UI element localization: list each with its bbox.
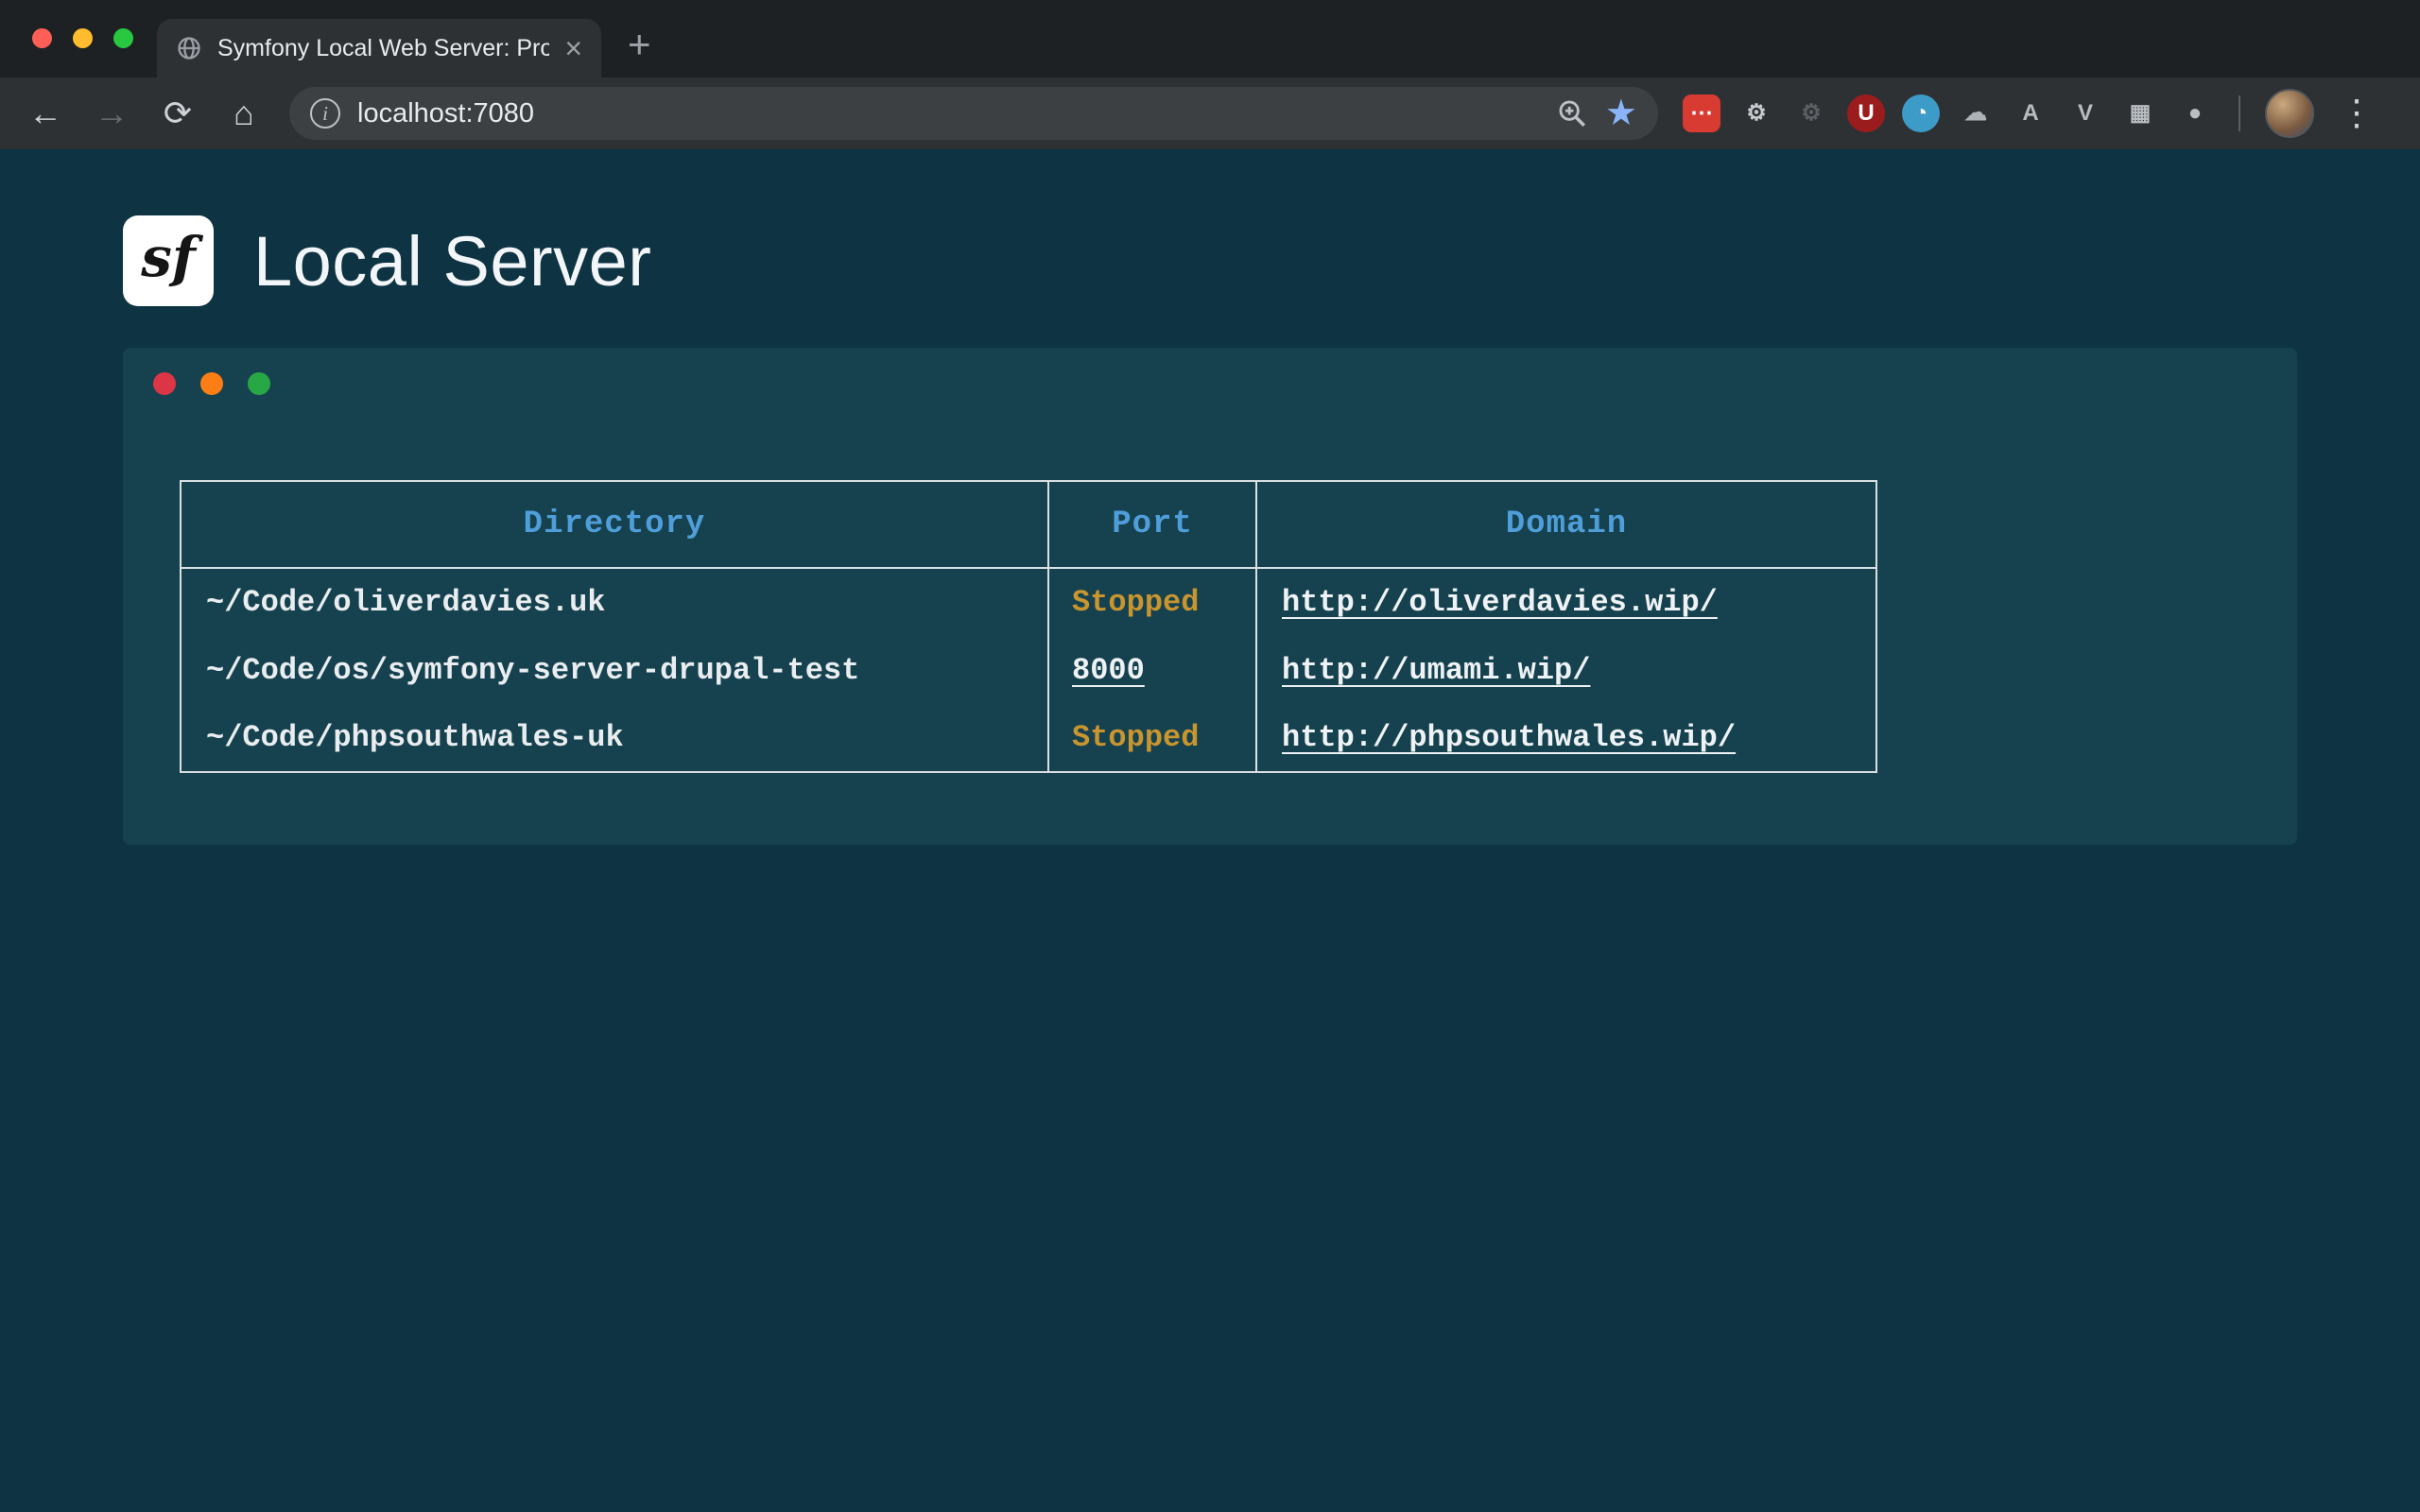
column-header-domain: Domain: [1256, 481, 1876, 568]
domain-link[interactable]: http://oliverdavies.wip/: [1282, 585, 1718, 620]
port-status: Stopped: [1072, 720, 1199, 755]
server-card: Directory Port Domain ~/Code/oliverdavie…: [123, 348, 2297, 845]
letter-a-extension-icon[interactable]: A: [2012, 94, 2049, 132]
directory-cell: ~/Code/phpsouthwales-uk: [181, 704, 1048, 772]
cloud-extension-icon[interactable]: ☁: [1957, 94, 1995, 132]
port-status: Stopped: [1072, 585, 1199, 620]
table-header-row: Directory Port Domain: [181, 481, 1876, 568]
close-window-button[interactable]: [32, 28, 52, 48]
tab-title: Symfony Local Web Server: Prox: [217, 35, 549, 62]
page-content: sf Local Server Directory Port Domain: [0, 149, 2420, 1512]
domain-link[interactable]: http://phpsouthwales.wip/: [1282, 720, 1736, 755]
brand-header: sf Local Server: [123, 215, 651, 306]
reload-icon[interactable]: ⟳: [157, 96, 199, 130]
window-controls: [32, 28, 133, 48]
browser-tab[interactable]: Symfony Local Web Server: Prox ×: [157, 19, 601, 77]
browser-window: Symfony Local Web Server: Prox × + ← → ⟳…: [0, 0, 2420, 1512]
table-row: ~/Code/phpsouthwales-uk Stopped http://p…: [181, 704, 1876, 772]
toolbar-divider: [2238, 95, 2240, 131]
extensions-bar: ⋯ ⚙ ⚙ U ◔ ☁ A V ▦ ●: [1683, 94, 2214, 132]
red-menu-extension-icon[interactable]: ⋯: [1683, 94, 1720, 132]
port-link[interactable]: 8000: [1072, 653, 1145, 688]
tab-strip: Symfony Local Web Server: Prox × +: [0, 0, 2420, 77]
servers-table: Directory Port Domain ~/Code/oliverdavie…: [180, 480, 1877, 773]
symfony-logo: sf: [123, 215, 214, 306]
home-icon[interactable]: ⌂: [223, 96, 265, 130]
globe-favicon-icon: [176, 35, 202, 61]
table-row: ~/Code/oliverdavies.uk Stopped http://ol…: [181, 568, 1876, 636]
ublock-extension-icon[interactable]: U: [1847, 94, 1885, 132]
directory-cell: ~/Code/oliverdavies.uk: [181, 568, 1048, 636]
dark-gear-extension-icon[interactable]: ⚙: [1792, 94, 1830, 132]
profile-avatar[interactable]: [2265, 89, 2314, 138]
url-text[interactable]: localhost:7080: [357, 98, 1539, 129]
column-header-directory: Directory: [181, 481, 1048, 568]
clock-extension-icon[interactable]: ◔: [1902, 94, 1940, 132]
v-extension-icon[interactable]: V: [2066, 94, 2104, 132]
zoom-window-button[interactable]: [113, 28, 133, 48]
forward-icon[interactable]: →: [91, 96, 132, 130]
symfony-logo-text: sf: [141, 225, 196, 289]
tab-close-icon[interactable]: ×: [564, 33, 582, 63]
pattern-extension-icon[interactable]: ▦: [2121, 94, 2159, 132]
site-info-icon[interactable]: i: [310, 98, 340, 129]
domain-link[interactable]: http://umami.wip/: [1282, 653, 1590, 688]
new-tab-button[interactable]: +: [628, 25, 651, 64]
browser-toolbar: ← → ⟳ ⌂ i localhost:7080 ★ ⋯ ⚙ ⚙ U ◔ ☁: [0, 77, 2420, 149]
github-extension-icon[interactable]: ●: [2176, 94, 2214, 132]
directory-cell: ~/Code/os/symfony-server-drupal-test: [181, 636, 1048, 704]
back-icon[interactable]: ←: [25, 96, 66, 130]
red-dot-icon: [153, 372, 176, 395]
browser-menu-icon[interactable]: ⋮: [2339, 95, 2375, 131]
address-bar[interactable]: i localhost:7080 ★: [289, 87, 1658, 140]
zoom-magnifier-icon[interactable]: [1556, 97, 1588, 129]
card-traffic-dots: [153, 372, 270, 395]
green-dot-icon: [248, 372, 270, 395]
gear-extension-icon[interactable]: ⚙: [1737, 94, 1775, 132]
column-header-port: Port: [1048, 481, 1256, 568]
bookmark-star-icon[interactable]: ★: [1605, 95, 1637, 131]
orange-dot-icon: [200, 372, 223, 395]
page-title: Local Server: [253, 221, 651, 301]
minimize-window-button[interactable]: [73, 28, 93, 48]
table-row: ~/Code/os/symfony-server-drupal-test 800…: [181, 636, 1876, 704]
